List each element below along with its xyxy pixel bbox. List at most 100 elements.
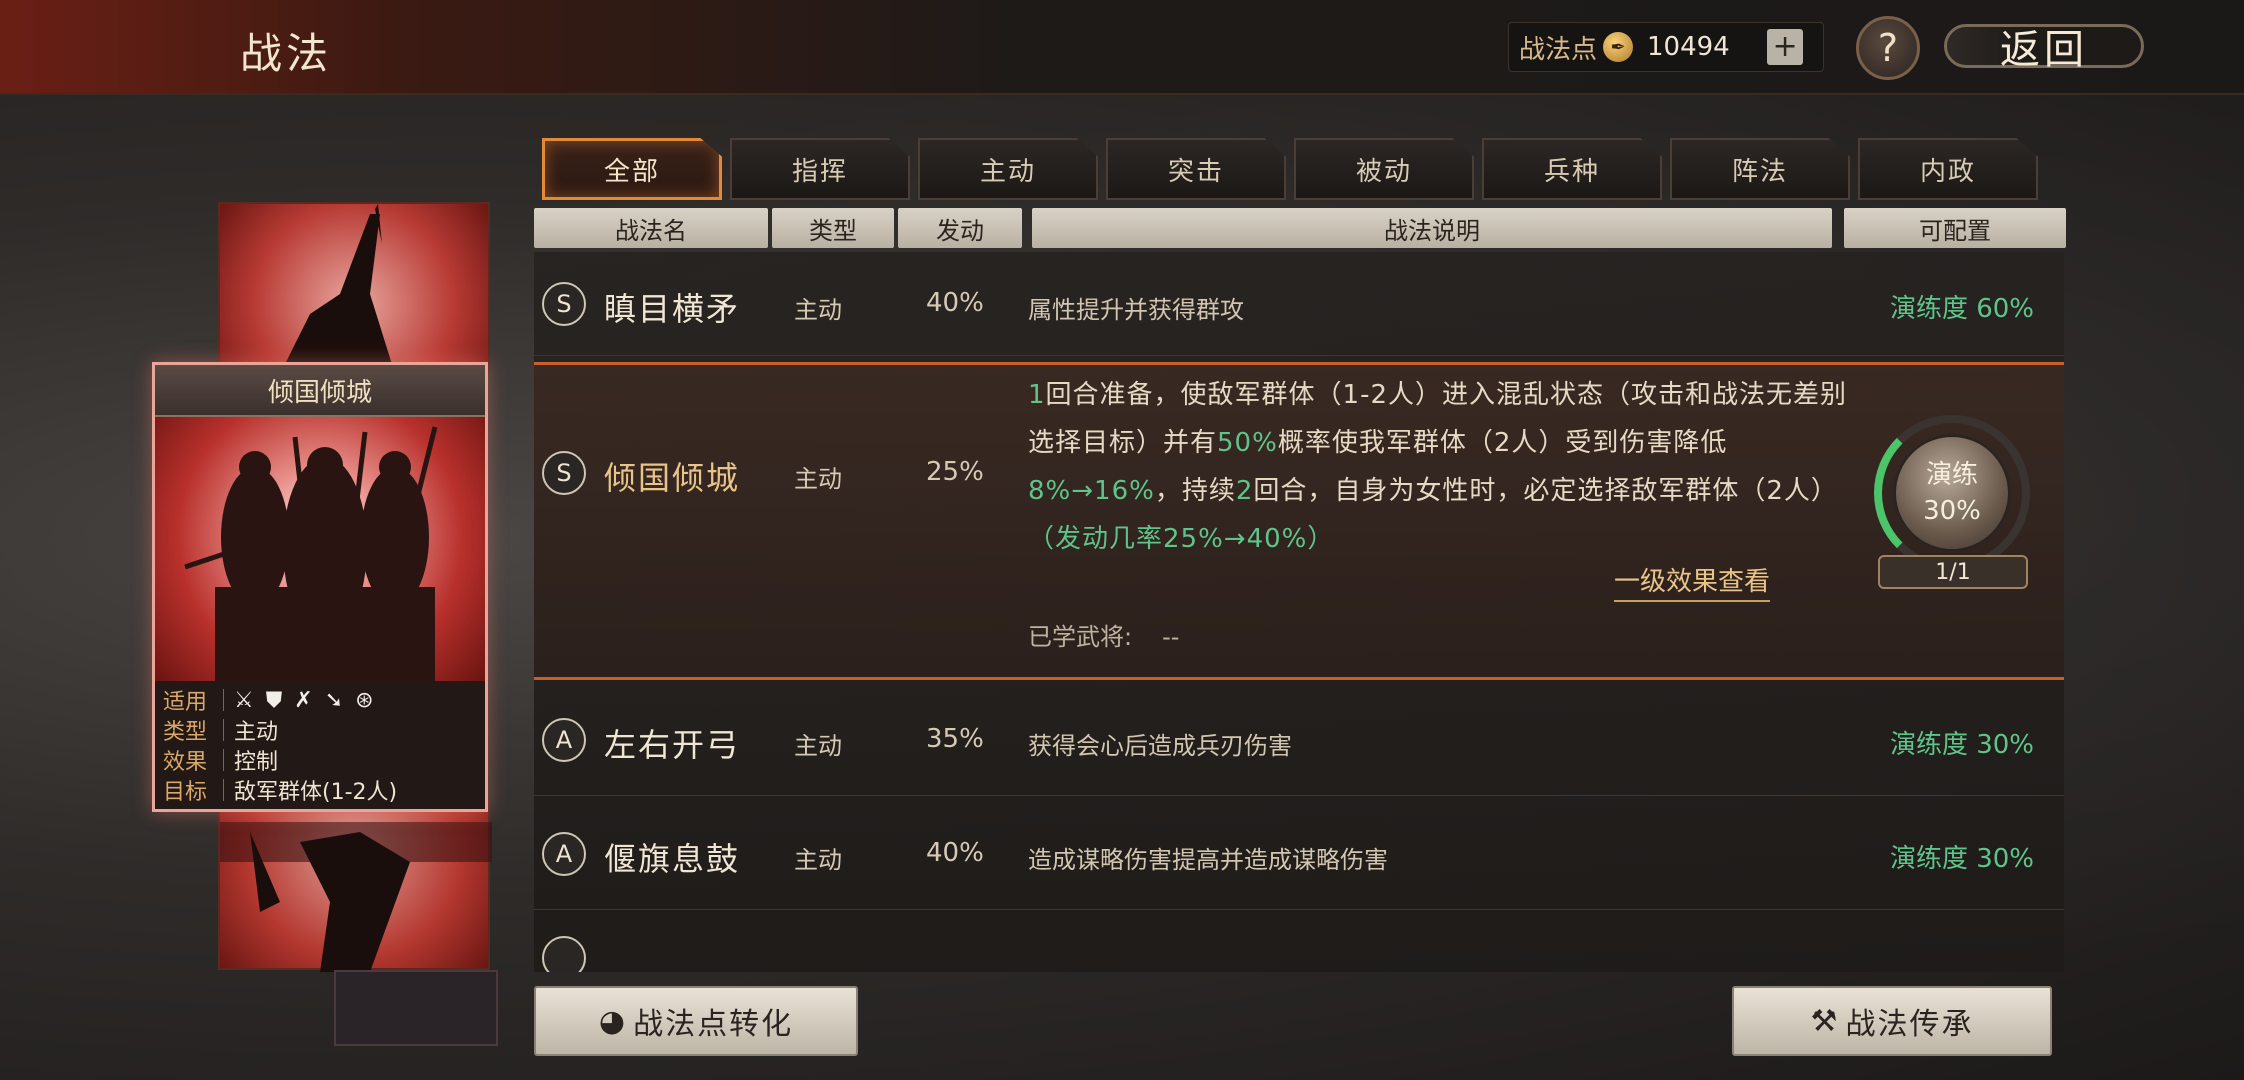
tactic-row-expanded[interactable]: S 倾国倾城 主动 25% 1回合准备，使敌军群体（1-2人）进入混乱状态（攻击… xyxy=(534,362,2064,680)
tactic-rate: 25% xyxy=(926,457,984,487)
tab-internal[interactable]: 内政 xyxy=(1858,138,2038,200)
header-type[interactable]: 类型 xyxy=(772,208,894,248)
page-title: 战法 xyxy=(240,29,333,78)
desc-highlight: 1 xyxy=(1028,380,1046,410)
back-button-label: 返回 xyxy=(2000,27,2088,73)
tactic-name: 左右开弓 xyxy=(604,726,741,764)
tab-command[interactable]: 指挥 xyxy=(730,138,910,200)
card-title-bar: 倾国倾城 xyxy=(155,365,485,417)
card-info-row: 目标 敌军群体(1-2人) xyxy=(163,775,477,805)
tactic-row[interactable]: S 瞋目横矛 主动 40% 属性提升并获得群攻 演练度 60% xyxy=(534,252,2064,356)
convert-points-label: 战法点转化 xyxy=(633,1007,794,1042)
tactic-rate: 35% xyxy=(926,724,984,754)
divider xyxy=(223,749,224,771)
divider xyxy=(223,719,224,741)
desc-text: 回合，自身为女性时，必定选择敌军群体（2人） xyxy=(1253,476,1838,506)
card-back-top[interactable] xyxy=(218,202,490,374)
inherit-tactic-button[interactable]: ⚒ 战法传承 xyxy=(1732,986,2052,1056)
grade-badge xyxy=(542,936,586,972)
info-value: 主动 xyxy=(234,720,279,745)
tactic-row[interactable]: A 左右开弓 主动 35% 获得会心后造成兵刃伤害 演练度 30% xyxy=(534,686,2064,796)
tactic-list: S 瞋目横矛 主动 40% 属性提升并获得群攻 演练度 60% S 倾国倾城 主… xyxy=(534,252,2064,972)
info-key: 效果 xyxy=(163,750,208,775)
tactic-points-box: 战法点 ✒ 10494 + xyxy=(1508,22,1824,72)
help-button[interactable]: ? xyxy=(1856,16,1920,80)
warrior-silhouette-icon xyxy=(280,204,395,374)
tactic-name: 偃旗息鼓 xyxy=(604,840,741,878)
learned-generals: 已学武将: -- xyxy=(1028,617,1179,652)
practice-button[interactable]: 演练 30% xyxy=(1894,435,2010,551)
tab-troop[interactable]: 兵种 xyxy=(1482,138,1662,200)
header-name[interactable]: 战法名 xyxy=(534,208,768,248)
card-info: 适用 ⚔ ⛊ ✗ ➘ ⊛ 类型 主动 效果 控制 目标 敌军群体(1-2人) xyxy=(155,681,485,809)
tactic-long-description: 1回合准备，使敌军群体（1-2人）进入混乱状态（攻击和战法无差别选择目标）并有5… xyxy=(1028,371,1848,563)
tactic-points-value: 10494 xyxy=(1647,32,1730,62)
tab-active[interactable]: 主动 xyxy=(918,138,1098,200)
card-back-bottom[interactable] xyxy=(218,800,492,972)
proficiency: 演练度 30% xyxy=(1889,730,2034,760)
archer-icon: ✗ xyxy=(294,687,313,713)
rider-silhouette-icon xyxy=(220,822,492,972)
learned-label: 已学武将: xyxy=(1028,623,1133,651)
troop-type-icons: ⚔ ⛊ ✗ ➘ ⊛ xyxy=(234,688,374,713)
divider xyxy=(223,689,224,711)
divider xyxy=(223,779,224,801)
tactic-card[interactable]: 倾国倾城 适用 ⚔ ⛊ ✗ ➘ ⊛ 类型 主动 效果 控制 目标 敌军群体(1-… xyxy=(152,362,488,812)
tactic-description: 获得会心后造成兵刃伤害 xyxy=(1028,732,1292,760)
header-configurable[interactable]: 可配置 xyxy=(1844,208,2066,248)
hammer-icon: ⚒ xyxy=(1810,1003,1840,1039)
card-art xyxy=(155,417,485,681)
top-bar: 战法 战法点 ✒ 10494 + ? 返回 xyxy=(0,0,2244,95)
grade-badge: A xyxy=(542,718,586,762)
desc-highlight: 8%→16% xyxy=(1028,476,1155,506)
tab-formation[interactable]: 阵法 xyxy=(1670,138,1850,200)
grade-badge: S xyxy=(542,282,586,326)
level-one-effect-link[interactable]: 一级效果查看 xyxy=(1614,561,1771,602)
convert-points-button[interactable]: ◕ 战法点转化 xyxy=(534,986,858,1056)
info-value: 控制 xyxy=(234,750,279,775)
desc-text: 概率使我军群体（2人）受到伤害降低 xyxy=(1277,428,1728,458)
desc-highlight: （发动几率25%→40%） xyxy=(1028,524,1335,554)
soldiers-silhouette-icon xyxy=(184,426,438,681)
practice-value: 30% xyxy=(1923,496,1981,526)
header-rate[interactable]: 发动 xyxy=(898,208,1022,248)
info-key: 类型 xyxy=(163,720,208,745)
header-description: 战法说明 xyxy=(1032,208,1832,248)
tactic-name: 倾国倾城 xyxy=(604,459,741,497)
info-key: 适用 xyxy=(163,690,208,715)
tactic-point-icon: ◕ xyxy=(598,1003,628,1039)
tactic-points-label: 战法点 xyxy=(1519,34,1598,65)
add-points-button[interactable]: + xyxy=(1767,29,1804,65)
info-value: 敌军群体(1-2人) xyxy=(234,780,398,805)
spear-icon: ➘ xyxy=(324,687,344,713)
tactic-type: 主动 xyxy=(794,465,842,493)
card-info-row: 效果 控制 xyxy=(163,745,477,775)
desc-highlight: 50% xyxy=(1217,428,1278,458)
tactic-row-partial[interactable] xyxy=(534,916,2064,972)
tactic-description: 造成谋略伤害提高并造成谋略伤害 xyxy=(1028,846,1388,874)
practice-count: 1/1 xyxy=(1878,555,2028,589)
tactic-type: 主动 xyxy=(794,296,842,324)
tab-passive[interactable]: 被动 xyxy=(1294,138,1474,200)
tactic-row[interactable]: A 偃旗息鼓 主动 40% 造成谋略伤害提高并造成谋略伤害 演练度 30% xyxy=(534,800,2064,910)
card-back-stub[interactable] xyxy=(334,970,498,1046)
tab-assault[interactable]: 突击 xyxy=(1106,138,1286,200)
tactic-point-coin-icon: ✒ xyxy=(1603,32,1634,62)
inherit-tactic-label: 战法传承 xyxy=(1845,1007,1974,1042)
tactic-type: 主动 xyxy=(794,732,842,760)
practice-label: 演练 xyxy=(1925,460,1978,490)
card-info-row: 适用 ⚔ ⛊ ✗ ➘ ⊛ xyxy=(163,685,477,716)
grade-badge: S xyxy=(542,451,586,495)
back-button[interactable]: 返回 xyxy=(1944,14,2144,78)
card-title: 倾国倾城 xyxy=(267,377,372,408)
learned-value: -- xyxy=(1162,623,1180,651)
tab-all[interactable]: 全部 xyxy=(542,138,722,200)
category-tabs: 全部 指挥 主动 突击 被动 兵种 阵法 内政 xyxy=(542,138,2038,200)
desc-highlight: 2 xyxy=(1235,476,1254,506)
tactic-rate: 40% xyxy=(926,838,984,868)
shield-icon: ⛊ xyxy=(265,687,283,713)
vehicle-icon: ⊛ xyxy=(355,687,374,713)
proficiency: 演练度 60% xyxy=(1889,294,2034,324)
tactic-type: 主动 xyxy=(794,846,842,874)
info-key: 目标 xyxy=(163,780,208,805)
